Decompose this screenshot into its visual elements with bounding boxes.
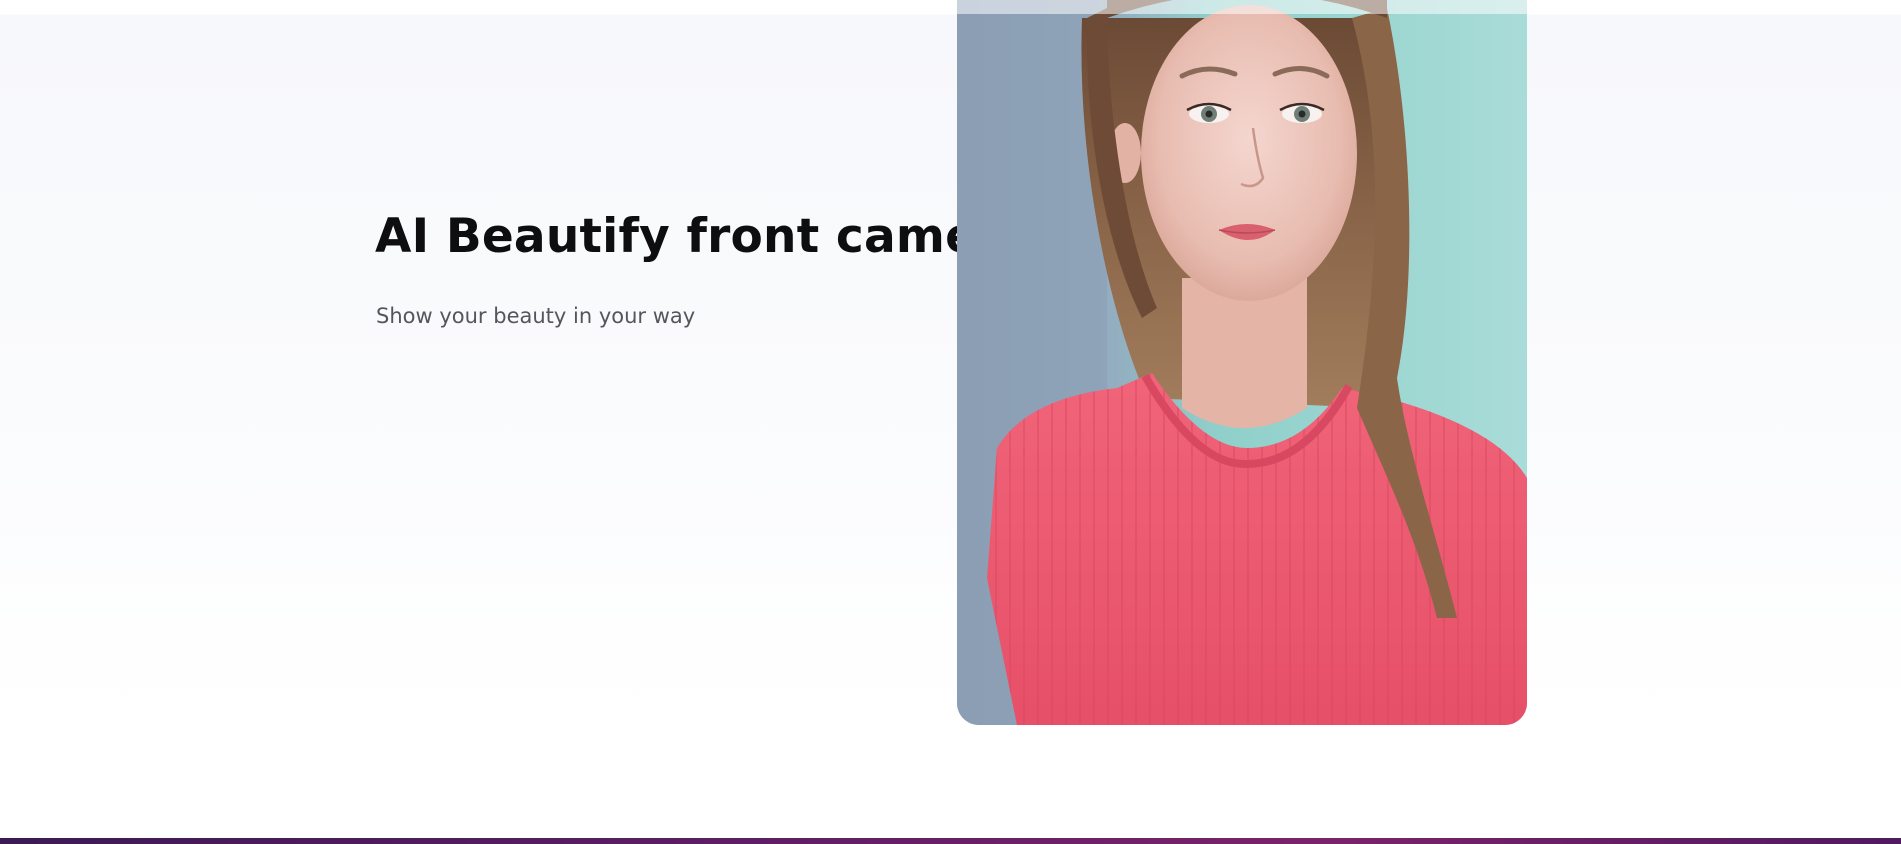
photo-top-fade [957,0,1527,14]
feature-text-block: AI Beautify front camera Show your beaut… [375,205,1033,331]
feature-section: AI Beautify front camera Show your beaut… [0,0,1901,844]
selfie-portrait-photo [957,0,1527,725]
feature-subline: Show your beauty in your way [376,304,696,328]
footer-accent-bar [0,838,1901,844]
feature-headline: AI Beautify front camera [375,209,1033,264]
top-header-strip [0,0,1901,14]
